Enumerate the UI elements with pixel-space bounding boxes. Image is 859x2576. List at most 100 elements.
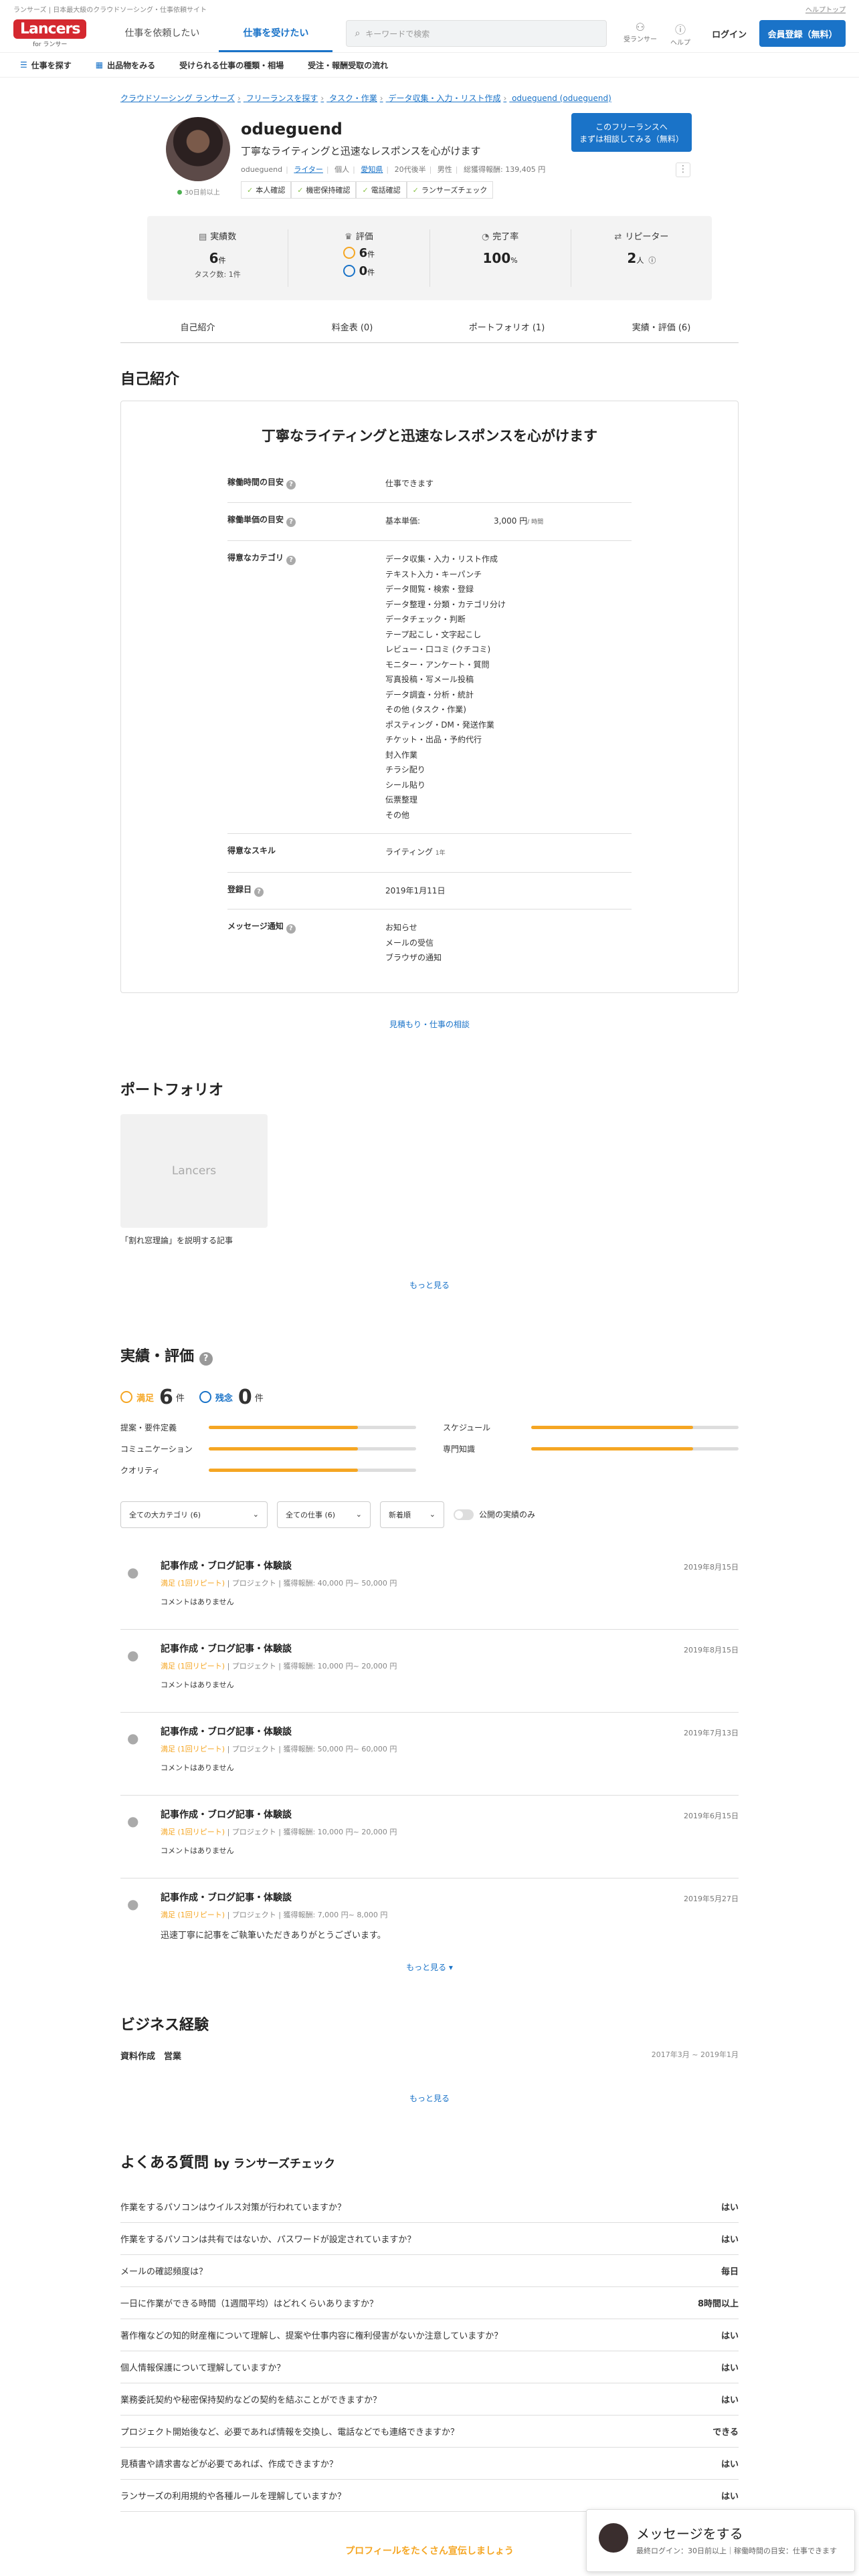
rating-bars: 提案・要件定義 スケジュール コミュニケーション 専門知識 クオリティ [120, 1421, 739, 1477]
breadcrumb-item[interactable]: フリーランスを探す [246, 94, 318, 103]
check-icon: ✓ [362, 186, 369, 195]
intro-heading: 丁寧なライティングと迅速なレスポンスを心がけます [262, 428, 597, 444]
faq-row: ランサーズの利用規約や各種ルールを理解していますか？ はい [120, 2480, 739, 2512]
repeat-icon: ⇄ [614, 232, 622, 242]
sub-nav: ☰ 仕事を探す ▦ 出品物をみる 受けられる仕事の種類・相場 受注・報酬受取の流れ [0, 52, 859, 78]
help-icon: ⓘ [674, 23, 686, 36]
help-icon: ? [286, 480, 296, 490]
logo-mark: Lancers [13, 19, 87, 39]
help-icon: ? [286, 517, 296, 527]
avatar [599, 2523, 628, 2553]
meta-occupation-link[interactable]: ライター [294, 165, 323, 174]
online-status: 30日前以上 [177, 187, 220, 197]
section-title-business: ビジネス経験 [120, 2016, 209, 2034]
public-only-toggle[interactable]: 公開の実績のみ [454, 1509, 535, 1520]
consult-link[interactable]: 見積もり・仕事の相談 [120, 1018, 739, 1030]
subnav-find-work[interactable]: ☰ 仕事を探す [20, 60, 72, 71]
help-top-link[interactable]: ヘルプトップ [805, 4, 846, 14]
lancers-logo[interactable]: Lancers for ランサー [13, 19, 87, 48]
profile-header: 30日前以上 odueguend 丁寧なライティングと迅速なレスポンスを心がけま… [120, 112, 739, 216]
list-item: テープ起こし・文字起こし [385, 629, 482, 639]
intro-card: 丁寧なライティングと迅速なレスポンスを心がけます 稼働時間の目安? 仕事できます… [120, 401, 739, 993]
clipboard-icon: ▤ [198, 232, 207, 242]
check-badge: ✓ 機密保持確認 [291, 181, 357, 199]
category-select[interactable]: 全ての大カテゴリ (6) ⌄ [120, 1501, 268, 1528]
chevron-down-icon: ▾ [448, 1962, 453, 1972]
meta-location-link[interactable]: 愛知県 [361, 165, 383, 174]
list-item: シール貼り [385, 780, 426, 790]
site-tagline: ランサーズ | 日本最大級のクラウドソーシング・仕事依頼サイト [13, 7, 207, 14]
review-item: ● 記事作成・ブログ記事・体験談 2019年8月15日 満足 (1回リピート) … [120, 1630, 739, 1713]
breadcrumb-item[interactable]: クラウドソーシング ランサーズ [120, 94, 235, 103]
faq-row: 作業をするパソコンは共有ではないか、パスワードが設定されていますか？ はい [120, 2223, 739, 2255]
subnav-job-types[interactable]: 受けられる仕事の種類・相場 [179, 60, 284, 71]
portfolio-more-link[interactable]: もっと見る [120, 1279, 739, 1291]
business-more-link[interactable]: もっと見る [120, 2092, 739, 2104]
smile-icon [120, 1391, 132, 1403]
review-title[interactable]: 記事作成・ブログ記事・体験談 [161, 1642, 739, 1655]
consult-line2: まずは相談してみる（無料） [579, 134, 684, 144]
subnav-flow[interactable]: 受注・報酬受取の流れ [308, 60, 388, 71]
breadcrumb-item[interactable]: データ収集・入力・リスト作成 [388, 94, 500, 103]
main-content: クラウドソーシング ランサーズ › フリーランスを探す › タスク・作業 › データ収… [120, 92, 739, 2557]
signup-button[interactable]: 会員登録（無料） [759, 20, 846, 47]
info-icon: ⓘ [648, 256, 656, 265]
breadcrumb-item[interactable]: odueguend (odueguend) [512, 94, 611, 103]
list-item: お知らせ [385, 923, 417, 932]
header-tabs: 仕事を依頼したい 仕事を受けたい [105, 15, 333, 52]
help-label: ヘルプ [670, 39, 690, 47]
check-badge: ✓ ランサーズチェック [406, 181, 494, 199]
portfolio-caption[interactable]: 「割れ窓理論」を説明する記事 [120, 1235, 739, 1246]
breadcrumb-item[interactable]: タスク・作業 [329, 94, 377, 103]
faq-row: 業務委託契約や秘密保持契約などの契約を結ぶことができますか？ はい [120, 2383, 739, 2416]
tab-receive-work[interactable]: 仕事を受けたい [219, 15, 333, 52]
faq-row: 作業をするパソコンはウイルス対策が行われていますか？ はい [120, 2191, 739, 2223]
review-title[interactable]: 記事作成・ブログ記事・体験談 [161, 1725, 739, 1738]
help-button[interactable]: ⓘ ヘルプ [660, 21, 700, 47]
sort-select[interactable]: 新着順 ⌄ [380, 1501, 444, 1528]
consult-line1: このフリーランスへ [595, 122, 668, 132]
stats-panel: ▤ 実績数 6件 タスク数: 1件 ♛ 評価 6件 0件 ◔ 完了率 100% ⇄ リピ… [147, 216, 712, 300]
review-title[interactable]: 記事作成・ブログ記事・体験談 [161, 1559, 739, 1572]
category-list: データ収集・入力・リスト作成 テキスト入力・キーパンチ データ閲覧・検索・登録 … [385, 552, 632, 823]
portfolio-thumbnail[interactable]: Lancers [120, 1113, 268, 1228]
job-select[interactable]: 全ての仕事 (6) ⌄ [277, 1501, 371, 1528]
stat-kanryo: ◔ 完了率 100% [430, 229, 571, 287]
help-icon: ? [254, 887, 264, 897]
search-input[interactable]: ⌕ キーワードで検索 [346, 20, 607, 47]
review-title[interactable]: 記事作成・ブログ記事・体験談 [161, 1808, 739, 1821]
user-icon: ● [127, 1812, 139, 1829]
tab-pricing[interactable]: 料金表 (0) [275, 311, 430, 342]
meta-gender: 男性 [437, 165, 452, 174]
review-item: ● 記事作成・ブログ記事・体験談 2019年8月15日 満足 (1回リピート) … [120, 1547, 739, 1630]
detail-row: 稼働単価の目安? 基本単価: 3,000 円/ 時間 [227, 503, 632, 541]
message-button[interactable]: メッセージをする 最終ログイン：30日前以上｜稼働時間の目安：仕事できます [586, 2509, 855, 2572]
lancer-menu-button[interactable]: ⚇ 受ランサー [620, 21, 660, 47]
section-title-intro: 自己紹介 [120, 371, 180, 388]
rating-bar-fill [531, 1426, 693, 1429]
profile-tagline: 丁寧なライティングと迅速なレスポンスを心がけます [241, 145, 481, 157]
review-title[interactable]: 記事作成・ブログ記事・体験談 [161, 1891, 739, 1904]
list-item: メールの受信 [385, 938, 434, 948]
user-icon: ● [127, 1646, 139, 1663]
review-item: ● 記事作成・ブログ記事・体験談 2019年6月15日 満足 (1回リピート) … [120, 1796, 739, 1879]
tab-intro[interactable]: 自己紹介 [120, 311, 275, 342]
tab-order-work[interactable]: 仕事を依頼したい [105, 15, 219, 52]
reviews-more-link[interactable]: もっと見る ▾ [120, 1961, 739, 1973]
verification-badges: ✓ 本人確認 ✓ 機密保持確認 ✓ 電話確認 ✓ ランサーズチェック [241, 181, 494, 199]
list-item: 封入作業 [385, 750, 418, 760]
list-icon: ☰ [20, 60, 27, 70]
more-menu-icon[interactable]: ⋮ [676, 163, 690, 177]
faq-row: プロジェクト開始後など、必要であれば情報を交換し、電話などでも連絡できますか？で… [120, 2416, 739, 2448]
subnav-label: 仕事を探す [31, 60, 72, 70]
rating-bar-fill [209, 1447, 359, 1451]
top-strip: ランサーズ | 日本最大級のクラウドソーシング・仕事依頼サイト ヘルプトップ [0, 0, 859, 15]
tab-reviews[interactable]: 実績・評価 (6) [584, 311, 739, 342]
detail-row: メッセージ通知? お知らせ メールの受信 ブラウザの通知 [227, 909, 632, 976]
login-button[interactable]: ログイン [707, 27, 751, 40]
help-icon: ? [286, 924, 296, 934]
tab-portfolio[interactable]: ポートフォリオ (1) [430, 311, 584, 342]
rating-bar: 提案・要件定義 [120, 1421, 416, 1434]
consult-button[interactable]: このフリーランスへ まずは相談してみる（無料） [571, 113, 692, 152]
subnav-products[interactable]: ▦ 出品物をみる [96, 60, 155, 71]
